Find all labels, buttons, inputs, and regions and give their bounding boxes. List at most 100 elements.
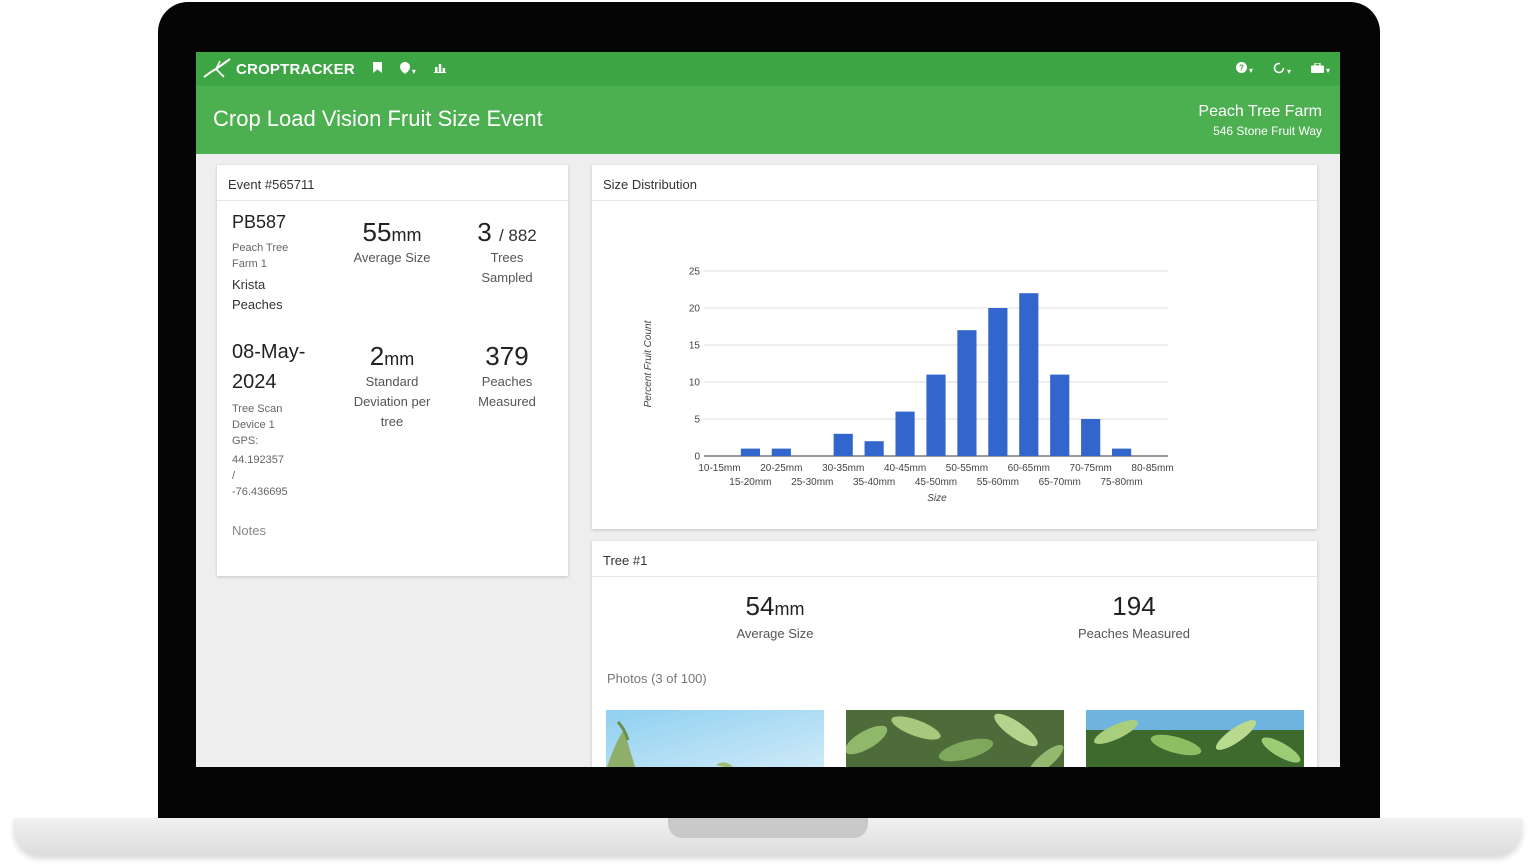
farm-line-2: Farm 1 xyxy=(232,258,267,270)
peaches-label-2: Measured xyxy=(478,394,536,409)
crop-name: Peaches xyxy=(232,297,283,312)
avg-size-label: Average Size xyxy=(353,250,431,265)
chart-bar[interactable] xyxy=(833,433,853,456)
chart-x-tick-label: 80-85mm xyxy=(1131,463,1173,474)
chart-x-tick-label: 20-25mm xyxy=(760,463,802,474)
event-card: Event #565711 PB587 Peach Tree Farm 1 Kr… xyxy=(217,165,568,576)
chart-x-tick-label: 60-65mm xyxy=(1008,463,1050,474)
std-dev-stat: 2mm Standard Deviation per tree xyxy=(337,341,447,432)
std-dev-value-wrap: 2mm xyxy=(337,341,447,372)
chart-bar[interactable] xyxy=(864,441,884,456)
chart-x-tick-label: 65-70mm xyxy=(1039,477,1081,488)
brand-name: CROPTRACKER xyxy=(236,60,355,78)
chart-bar[interactable] xyxy=(926,374,946,456)
chevron-down-icon: ▾ xyxy=(1325,65,1330,75)
date-line-1: 08-May- xyxy=(232,341,306,363)
tree-card: Tree #1 54mm Average Size 194 Peaches Me… xyxy=(592,541,1317,767)
laptop-notch xyxy=(668,818,868,838)
navbar-right-icons: ? ▾ ▾ ▾ xyxy=(1216,61,1330,77)
chart-y-tick-label: 20 xyxy=(689,304,701,315)
sync-icon[interactable]: ▾ xyxy=(1273,62,1291,77)
std-dev-label-2: Deviation per xyxy=(353,394,431,409)
size-distribution-chart: 0 5 10 15 20 25 10-15mm 15-20mm 20-25mm 25-30mm 3… xyxy=(643,267,1174,505)
gps-latitude: 44.192357 xyxy=(232,454,284,466)
photo-branch-sky xyxy=(1086,710,1304,767)
avg-size-value-wrap: 55mm xyxy=(337,217,447,248)
farm-line-1: Peach Tree xyxy=(232,242,289,254)
std-dev-label-1: Standard xyxy=(365,374,419,389)
croptracker-logo-icon xyxy=(203,58,231,78)
chart-bar[interactable] xyxy=(1081,419,1101,456)
chevron-down-icon: ▾ xyxy=(1248,65,1253,75)
chart-y-tick-label: 15 xyxy=(689,341,701,352)
chart-x-ticks: 10-15mm 15-20mm 20-25mm 25-30mm 30-35mm 35-40… xyxy=(698,463,1173,488)
peaches-measured-value: 379 xyxy=(485,341,529,371)
page-header: Crop Load Vision Fruit Size Event Peach … xyxy=(196,86,1340,154)
briefcase-icon[interactable]: ▾ xyxy=(1310,61,1330,77)
chart-y-tick-label: 5 xyxy=(694,415,700,426)
chart-x-tick-label: 25-30mm xyxy=(791,477,833,488)
tree-photo-3[interactable] xyxy=(1086,710,1304,767)
trees-label-2: Sampled xyxy=(481,270,533,285)
photo-dense-leaves xyxy=(846,710,1064,767)
trees-sampled-value-wrap: 3 / 882 xyxy=(457,217,557,248)
chart-bar[interactable] xyxy=(895,411,915,456)
chart-y-ticks: 0 5 10 15 20 25 xyxy=(689,267,701,463)
farm-info: Peach Tree Farm 546 Stone Fruit Way xyxy=(1198,103,1322,138)
photo-sky-leaves xyxy=(606,710,824,767)
crop-info: Krista Peaches xyxy=(232,275,283,315)
std-dev-unit: mm xyxy=(384,349,415,369)
gps-label: GPS: xyxy=(232,435,259,447)
date-line-2: 2024 xyxy=(232,371,277,393)
device-line-1: Tree Scan xyxy=(232,403,283,415)
tree-avg-size-value-wrap: 54mm xyxy=(700,591,850,622)
notes-label[interactable]: Notes xyxy=(232,523,266,538)
peaches-measured-stat: 379 Peaches Measured xyxy=(457,341,557,412)
device-info: Tree Scan Device 1 GPS: 44.192357 / -76.… xyxy=(232,401,288,500)
chart-x-tick-label: 10-15mm xyxy=(698,463,740,474)
chart-y-tick-label: 10 xyxy=(689,378,701,389)
location-pin-icon[interactable]: ▾ xyxy=(399,61,416,77)
chart-bar[interactable] xyxy=(957,330,977,456)
app-screen: CROPTRACKER ▾ ? ▾ ▾ ▾ Crop Load Vision Fr… xyxy=(196,52,1340,767)
photos-label: Photos (3 of 100) xyxy=(607,671,707,686)
tree-peaches-stat: 194 Peaches Measured xyxy=(1054,591,1214,644)
variety-name: Krista xyxy=(232,277,266,292)
tree-card-title: Tree #1 xyxy=(592,541,1317,577)
farm-name: Peach Tree Farm xyxy=(1198,103,1322,120)
chevron-down-icon: ▾ xyxy=(411,66,416,76)
event-card-title: Event #565711 xyxy=(217,165,568,201)
tree-avg-size-stat: 54mm Average Size xyxy=(700,591,850,644)
farm-address: 546 Stone Fruit Way xyxy=(1213,124,1322,138)
avg-size-value: 55 xyxy=(362,217,392,247)
brand-logo[interactable]: CROPTRACKER xyxy=(202,57,355,81)
chart-icon[interactable] xyxy=(433,62,446,76)
chart-x-tick-label: 40-45mm xyxy=(884,463,926,474)
chart-bar[interactable] xyxy=(1019,293,1039,456)
gps-separator: / xyxy=(232,470,236,482)
help-icon[interactable]: ? ▾ xyxy=(1235,61,1253,77)
chart-bar[interactable] xyxy=(740,448,760,456)
chart-bar[interactable] xyxy=(771,448,791,456)
device-line-2: Device 1 xyxy=(232,419,275,431)
tree-photo-2[interactable] xyxy=(846,710,1064,767)
chevron-down-icon: ▾ xyxy=(1286,66,1291,76)
chart-bar[interactable] xyxy=(1112,448,1132,456)
tree-photo-1[interactable] xyxy=(606,710,824,767)
avg-size-unit: mm xyxy=(391,225,422,245)
trees-sampled-stat: 3 / 882 Trees Sampled xyxy=(457,217,557,288)
chart-bar[interactable] xyxy=(1050,374,1070,456)
chart-bar[interactable] xyxy=(988,308,1008,456)
page-title: Crop Load Vision Fruit Size Event xyxy=(213,106,543,131)
chart-x-tick-label: 75-80mm xyxy=(1100,477,1142,488)
trees-label-1: Trees xyxy=(490,250,524,265)
chart-bars xyxy=(740,293,1132,456)
bookmark-icon[interactable] xyxy=(372,62,382,76)
chart-x-tick-label: 50-55mm xyxy=(946,463,988,474)
farm-block-name: Peach Tree Farm 1 xyxy=(232,240,288,272)
peaches-label-1: Peaches xyxy=(481,374,533,389)
chart-y-tick-label: 0 xyxy=(694,452,700,463)
event-date: 08-May- 2024 xyxy=(232,337,305,397)
size-distribution-title: Size Distribution xyxy=(592,165,1317,201)
tree-peaches-value: 194 xyxy=(1112,591,1156,621)
